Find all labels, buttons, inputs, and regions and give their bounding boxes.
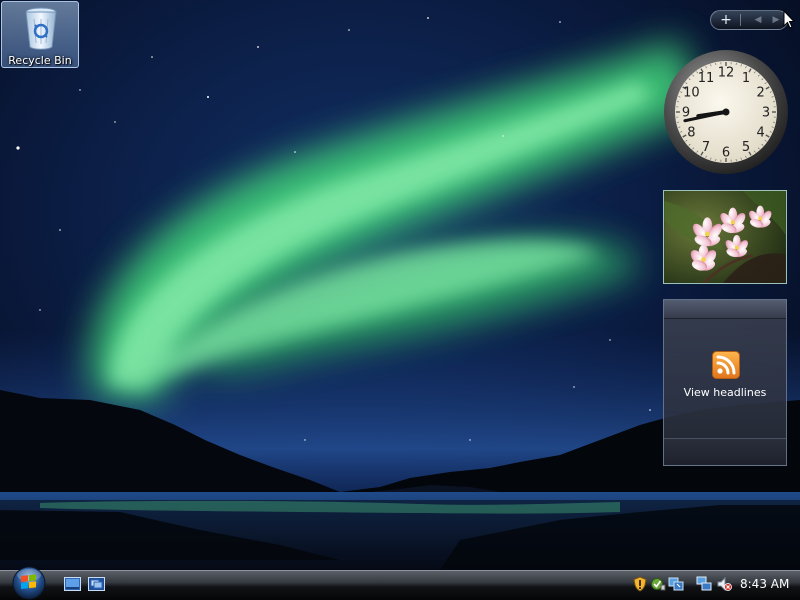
network-icon[interactable] [696, 576, 712, 592]
recycle-bin-label: Recycle Bin [8, 54, 72, 67]
security-shield-icon[interactable] [632, 576, 648, 592]
slideshow-gadget[interactable] [663, 190, 787, 284]
clock-numeral: 1 [742, 71, 750, 86]
sidebar-controls: + ◀ ▶ [710, 10, 788, 30]
rss-feed-icon [712, 351, 740, 379]
clock-numeral: 10 [683, 86, 700, 101]
clock-numeral: 8 [687, 126, 695, 141]
desktop[interactable]: Recycle Bin + ◀ ▶ 12 1 2 3 4 5 6 7 8 9 10 11 [0, 0, 800, 600]
divider [740, 14, 741, 26]
previous-page-button[interactable]: ◀ [749, 11, 767, 29]
clock-numeral: 7 [702, 140, 710, 155]
taskbar-clock[interactable]: 8:43 AM [740, 577, 789, 591]
clock-numeral: 11 [698, 71, 715, 86]
feed-gadget-footer [664, 438, 786, 465]
clock-numeral: 4 [756, 126, 764, 141]
clock-center-pin [722, 108, 730, 116]
start-button[interactable] [8, 565, 50, 600]
volume-muted-icon[interactable] [716, 576, 732, 592]
feed-gadget-header [664, 300, 786, 319]
feed-headlines-gadget[interactable]: View headlines [663, 299, 787, 466]
clock-numeral: 2 [756, 86, 764, 101]
clock-numeral: 9 [682, 106, 690, 121]
clock-numeral: 5 [742, 140, 750, 155]
clock-numeral: 3 [762, 106, 770, 121]
add-gadget-button[interactable]: + [713, 11, 739, 29]
show-desktop-icon[interactable] [64, 577, 81, 592]
clock-numeral: 12 [718, 66, 735, 81]
network-status-icon[interactable] [668, 576, 684, 592]
mouse-pointer-icon [783, 10, 795, 29]
clock-gadget[interactable]: 12 12 3 45678 9 1011 [662, 48, 790, 176]
clock-numeral: 6 [722, 146, 730, 161]
switch-windows-icon[interactable] [88, 577, 105, 592]
recycle-bin-desktop-icon[interactable]: Recycle Bin [1, 1, 79, 68]
view-headlines-link[interactable]: View headlines [664, 386, 786, 399]
recycle-bin-icon [25, 7, 57, 50]
windows-defender-icon[interactable] [650, 576, 666, 592]
